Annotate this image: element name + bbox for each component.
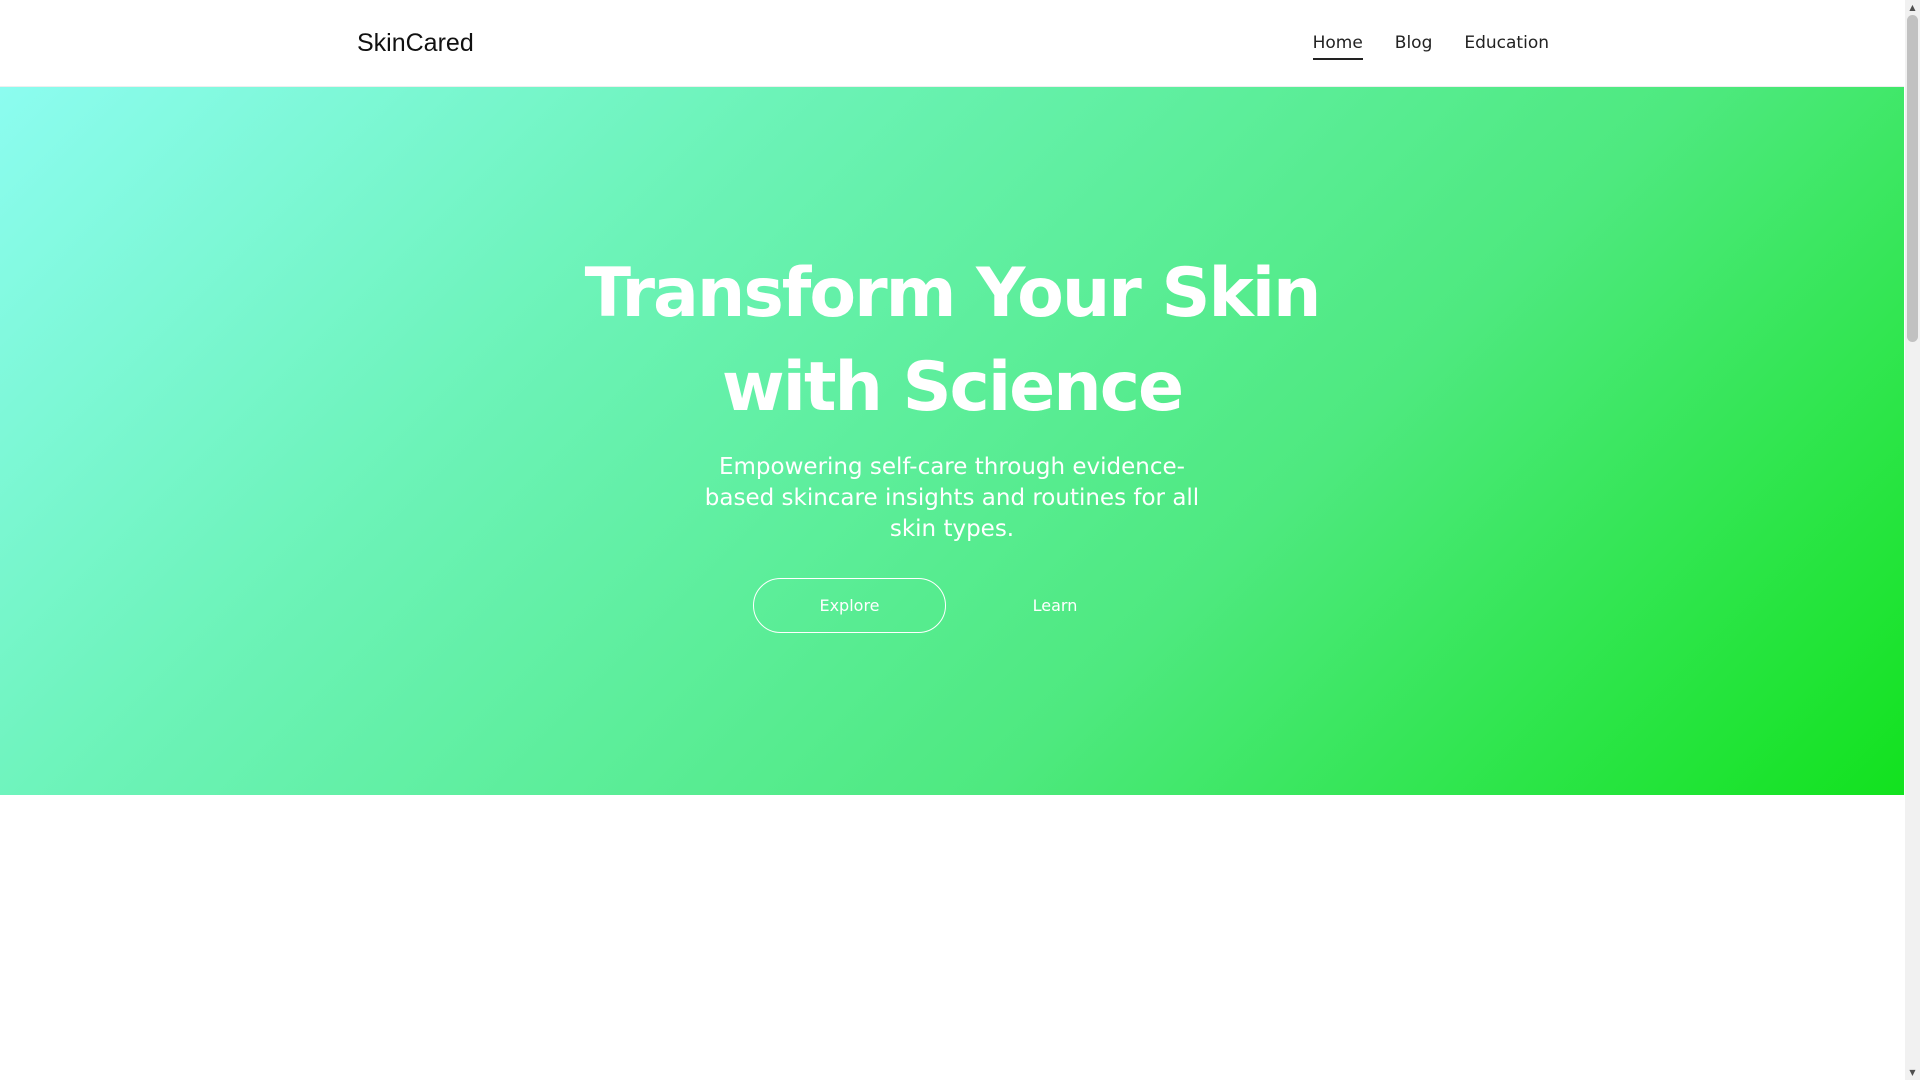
chevron-down-icon[interactable]: ▼ [1905,1065,1920,1080]
site-header: SkinCared Home Blog Education [0,0,1904,87]
hero-content: Transform Your Skin with Science Empower… [0,87,1904,795]
nav-link-home[interactable]: Home [1312,30,1363,60]
chevron-up-icon[interactable]: ▲ [1905,0,1920,15]
hero-section: Transform Your Skin with Science Empower… [0,87,1904,795]
browser-viewport: SkinCared Home Blog Education Transform … [0,0,1920,1080]
page: SkinCared Home Blog Education Transform … [0,0,1904,1080]
nav-link-blog[interactable]: Blog [1395,30,1433,60]
scrollbar-thumb[interactable] [1907,15,1918,342]
hero-title-line1: Transform Your Skin [584,254,1322,333]
hero-subtitle: Empowering self-care through evidence-ba… [704,454,1200,542]
learn-button[interactable]: Learn [981,578,1129,633]
main-nav: Home Blog Education [1312,30,1549,60]
hero-title: Transform Your Skin with Science [552,247,1352,435]
vertical-scrollbar[interactable]: ▲ ▼ [1905,0,1920,1080]
hero-title-line2: with Science [721,348,1184,427]
explore-button[interactable]: Explore [753,578,946,633]
brand-logo[interactable]: SkinCared [357,26,474,60]
nav-link-education[interactable]: Education [1464,30,1549,60]
